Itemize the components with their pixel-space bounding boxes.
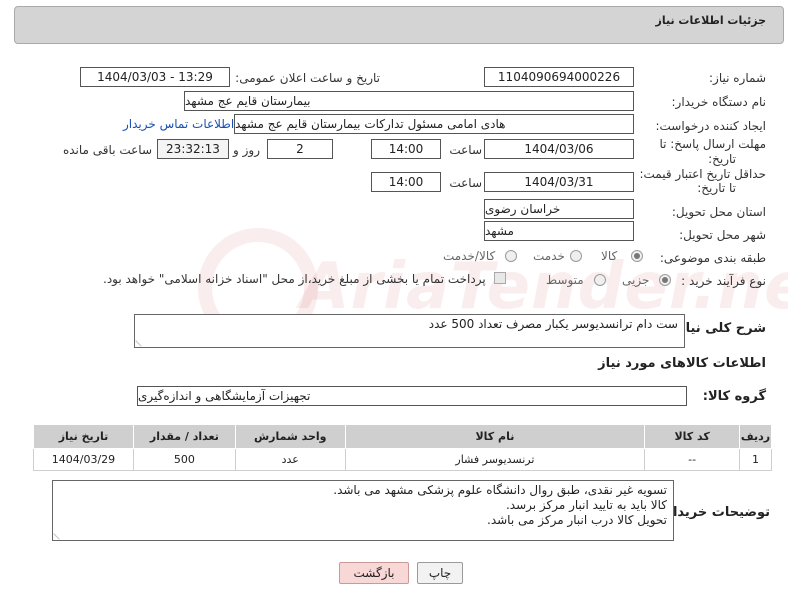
page-title: جزئیات اطلاعات نیاز [655, 14, 767, 27]
col-row-number: ردیف [739, 424, 772, 449]
back-button[interactable]: بازگشت [339, 562, 409, 584]
description-text: ست دام ترانسدیوسر یکبار مصرف تعداد 500 ع… [428, 317, 678, 331]
col-quantity: تعداد / مقدار [132, 424, 236, 449]
cell-need-date: 1404/03/29 [33, 448, 134, 471]
goods-section-title: اطلاعات کالاهای مورد نیاز [598, 356, 766, 371]
resize-grip-icon[interactable] [135, 335, 147, 347]
reply-time-field: 14:00 [371, 139, 441, 159]
price-validity-label: حداقل تاریخ اعتبار قیمت: [639, 167, 766, 181]
remaining-time-label: ساعت باقی مانده [62, 143, 152, 157]
treasury-payment-note: پرداخت تمام یا بخشی از مبلغ خرید،از محل … [103, 272, 486, 286]
city-label: شهر محل تحویل: [679, 228, 766, 242]
treasury-payment-checkbox[interactable] [494, 272, 506, 284]
category-option-both: کالا/خدمت [443, 249, 496, 263]
remaining-time-field: 23:32:13 [157, 139, 229, 159]
buyer-org-field: بیمارستان قایم عج مشهد [184, 91, 634, 111]
col-need-date: تاریخ نیاز [33, 424, 134, 449]
reply-time-label: ساعت [449, 143, 482, 157]
buyer-org-label: نام دستگاه خریدار: [671, 95, 767, 109]
days-label: روز و [233, 143, 260, 157]
cell-unit: عدد [234, 448, 346, 471]
goods-group-field: تجهیزات آزمایشگاهی و اندازه‌گیری [137, 386, 687, 406]
category-label: طبقه بندی موضوعی: [659, 251, 766, 265]
goods-group-label: گروه کالا: [702, 389, 766, 404]
process-radio-minor[interactable] [659, 274, 671, 286]
reply-date-field: 1404/03/06 [484, 139, 634, 159]
goods-table: ردیف کد کالا نام کالا واحد شمارش تعداد /… [33, 424, 772, 471]
print-button[interactable]: چاپ [417, 562, 463, 584]
buyer-note-line: تسویه غیر نقدی، طبق روال دانشگاه علوم پز… [333, 483, 667, 497]
category-radio-goods[interactable] [631, 250, 643, 262]
cell-item-code: -- [644, 448, 741, 471]
category-radio-both[interactable] [505, 250, 517, 262]
category-option-service: خدمت [533, 249, 565, 263]
category-radio-service[interactable] [570, 250, 582, 262]
need-number-field: 1104090694000226 [484, 67, 634, 87]
category-option-goods: کالا [601, 249, 618, 263]
cell-item-name: ترنسدیوسر فشار [344, 448, 646, 471]
buyer-notes-field: تسویه غیر نقدی، طبق روال دانشگاه علوم پز… [52, 480, 674, 541]
col-item-name: نام کالا [344, 424, 646, 449]
province-field: خراسان رضوی [484, 199, 634, 219]
announce-field: 1404/03/03 - 13:29 [80, 67, 230, 87]
cell-quantity: 500 [132, 448, 236, 471]
price-time-label: ساعت [449, 176, 482, 190]
description-field: ست دام ترانسدیوسر یکبار مصرف تعداد 500 ع… [134, 314, 685, 348]
resize-grip-icon[interactable] [53, 528, 65, 540]
process-option-minor: جزیی [622, 273, 650, 287]
col-unit: واحد شمارش [234, 424, 346, 449]
creator-field: هادی امامی مسئول تدارکات بیمارستان قایم … [234, 114, 634, 134]
price-date-field: 1404/03/31 [484, 172, 634, 192]
description-label: شرح کلی نیاز: [672, 321, 766, 336]
process-radio-medium[interactable] [594, 274, 606, 286]
days-field: 2 [267, 139, 333, 159]
goods-table-header: ردیف کد کالا نام کالا واحد شمارش تعداد /… [33, 424, 772, 449]
announce-label: تاریخ و ساعت اعلان عمومی: [235, 71, 380, 85]
city-field: مشهد [484, 221, 634, 241]
price-time-field: 14:00 [371, 172, 441, 192]
buyer-note-line: تحویل کالا درب انبار مرکز می باشد. [487, 513, 667, 527]
creator-label: ایجاد کننده درخواست: [655, 119, 766, 133]
buyer-notes-label: توضیحات خریدار: [660, 505, 770, 520]
buyer-contact-link[interactable]: اطلاعات تماس خریدار [123, 117, 234, 131]
reply-deadline-label: مهلت ارسال پاسخ: تا [659, 137, 766, 151]
province-label: استان محل تحویل: [671, 205, 766, 219]
buyer-note-line: کالا باید به تایید انبار مرکز برسد. [505, 498, 667, 512]
cell-row-number: 1 [739, 448, 772, 471]
process-label: نوع فرآیند خرید : [681, 274, 766, 288]
table-row: 1 -- ترنسدیوسر فشار عدد 500 1404/03/29 [33, 448, 772, 471]
price-validity-label-2: تا تاریخ: [697, 181, 736, 195]
process-option-medium: متوسط [546, 273, 584, 287]
need-number-label: شماره نیاز: [709, 71, 766, 85]
col-item-code: کد کالا [644, 424, 741, 449]
reply-deadline-label-2: تاریخ: [708, 152, 736, 166]
